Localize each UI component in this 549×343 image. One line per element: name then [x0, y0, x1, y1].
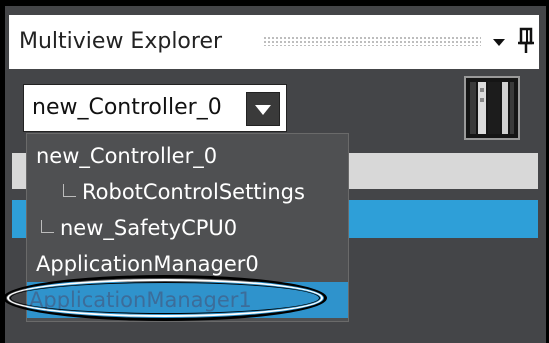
list-item-label: ApplicationManager1 — [29, 288, 252, 312]
list-item-label: new_Controller_0 — [36, 144, 218, 168]
controller-device-icon[interactable] — [464, 76, 520, 140]
triangle-down-icon[interactable] — [246, 92, 280, 126]
pin-icon[interactable] — [516, 25, 536, 55]
list-item[interactable]: new_SafetyCPU0 — [27, 210, 362, 246]
list-item[interactable]: new_Controller_0 — [27, 138, 357, 174]
list-item-label: RobotControlSettings — [82, 180, 305, 204]
tree-connector-icon — [41, 219, 54, 233]
tree-connector-icon — [63, 183, 76, 197]
controller-select[interactable]: new_Controller_0 — [23, 84, 287, 132]
list-item-highlighted[interactable]: ApplicationManager1 — [27, 282, 348, 318]
list-item[interactable]: ApplicationManager0 — [27, 246, 357, 282]
drag-grip[interactable] — [263, 36, 481, 46]
controller-select-value: new_Controller_0 — [32, 95, 222, 120]
triangle-down-icon[interactable] — [491, 29, 507, 53]
panel-title-bar: Multiview Explorer — [9, 15, 539, 69]
list-item-label: new_SafetyCPU0 — [60, 216, 238, 240]
controller-dropdown-list: new_Controller_0 RobotControlSettings ne… — [26, 133, 349, 322]
panel-title: Multiview Explorer — [19, 29, 223, 54]
list-item[interactable]: RobotControlSettings — [27, 174, 384, 210]
list-item-label: ApplicationManager0 — [36, 252, 259, 276]
